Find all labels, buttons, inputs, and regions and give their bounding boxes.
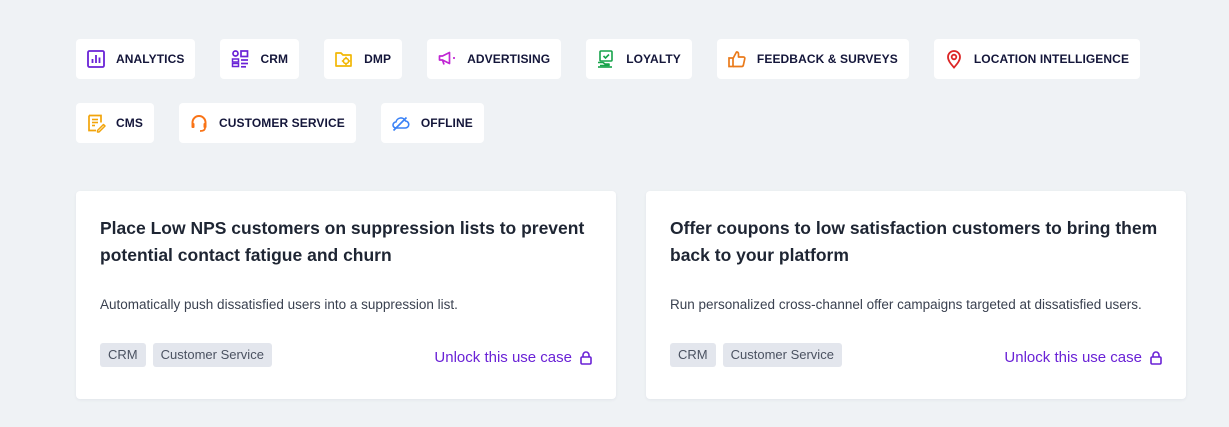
tag-customer-service: Customer Service <box>152 343 272 367</box>
headset-icon <box>189 113 209 133</box>
filter-chip-analytics[interactable]: ANALYTICS <box>76 39 196 79</box>
filter-chip-label: FEEDBACK & SURVEYS <box>756 52 898 66</box>
thumbs-up-icon <box>727 49 747 69</box>
filter-chip-customer-service[interactable]: CUSTOMER SERVICE <box>178 103 356 143</box>
lock-icon <box>1150 350 1162 365</box>
filter-chip-label: OFFLINE <box>420 116 473 130</box>
card-title: Place Low NPS customers on suppression l… <box>100 218 585 265</box>
map-pin-icon <box>944 49 964 69</box>
dmp-folder-gear-icon <box>334 49 354 69</box>
unlock-use-case-link[interactable]: Unlock this use case <box>1004 349 1162 366</box>
card-tags: CRM Customer Service <box>100 343 272 367</box>
unlock-label: Unlock this use case <box>434 349 572 366</box>
card-description: Run personalized cross-channel offer cam… <box>670 297 1142 312</box>
filter-chip-label: ADVERTISING <box>467 52 551 66</box>
filter-chip-label: LOYALTY <box>626 52 681 66</box>
analytics-chart-icon <box>86 49 106 69</box>
use-case-cards: Place Low NPS customers on suppression l… <box>76 191 1186 399</box>
filter-chip-label: CRM <box>260 52 289 66</box>
filter-chip-crm[interactable]: CRM <box>220 39 300 79</box>
filter-chip-dmp[interactable]: DMP <box>324 39 403 79</box>
card-description: Automatically push dissatisfied users in… <box>100 297 458 312</box>
filter-chip-location-intelligence[interactable]: LOCATION INTELLIGENCE <box>933 39 1141 79</box>
filter-chip-label: CUSTOMER SERVICE <box>218 116 345 130</box>
lock-icon <box>580 350 592 365</box>
tag-customer-service: Customer Service <box>722 343 842 367</box>
card-tags: CRM Customer Service <box>670 343 842 367</box>
tag-crm: CRM <box>670 343 716 367</box>
loyalty-badge-icon <box>596 49 616 69</box>
cms-document-icon <box>86 113 106 133</box>
page: ANALYTICS CRM DMP ADVERTISING LOYALTY FE… <box>0 0 1229 427</box>
filter-chip-label: CMS <box>116 116 143 130</box>
card-title: Offer coupons to low satisfaction custom… <box>670 218 1158 265</box>
filter-chip-label: DMP <box>364 52 392 66</box>
filter-row-2: CMS CUSTOMER SERVICE OFFLINE <box>76 103 1196 143</box>
crm-grid-icon <box>230 49 250 69</box>
filter-row-1: ANALYTICS CRM DMP ADVERTISING LOYALTY FE… <box>76 39 1196 79</box>
megaphone-icon <box>437 49 457 69</box>
filter-chip-label: LOCATION INTELLIGENCE <box>973 52 1130 66</box>
filter-chip-offline[interactable]: OFFLINE <box>380 103 484 143</box>
filter-chip-loyalty[interactable]: LOYALTY <box>586 39 692 79</box>
unlock-use-case-link[interactable]: Unlock this use case <box>434 349 592 366</box>
tag-crm: CRM <box>100 343 146 367</box>
unlock-label: Unlock this use case <box>1004 349 1142 366</box>
filter-chip-feedback-surveys[interactable]: FEEDBACK & SURVEYS <box>716 39 909 79</box>
use-case-card: Place Low NPS customers on suppression l… <box>76 191 616 399</box>
use-case-card: Offer coupons to low satisfaction custom… <box>646 191 1186 399</box>
offline-cloud-icon <box>391 113 411 133</box>
filter-chip-label: ANALYTICS <box>116 52 185 66</box>
category-filters: ANALYTICS CRM DMP ADVERTISING LOYALTY FE… <box>76 39 1196 167</box>
filter-chip-advertising[interactable]: ADVERTISING <box>427 39 562 79</box>
filter-chip-cms[interactable]: CMS <box>76 103 154 143</box>
